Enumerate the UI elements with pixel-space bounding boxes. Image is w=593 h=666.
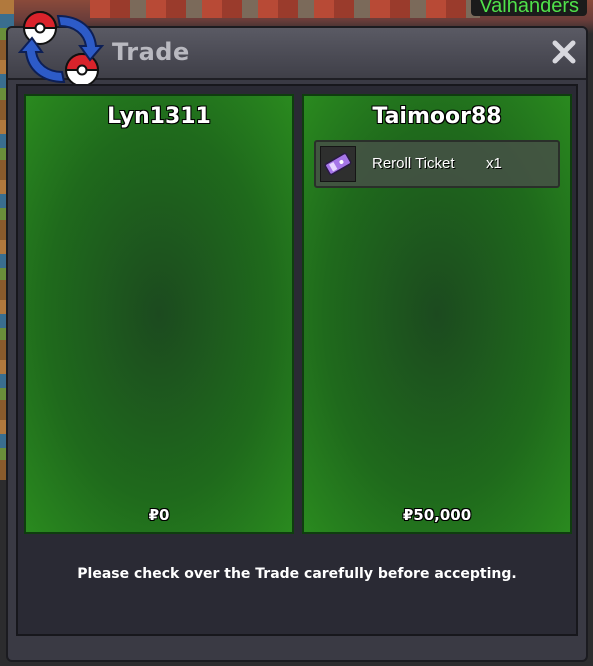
item-slot [320,146,356,182]
partner-offer-panel: Taimoor88 Reroll Ticket x1 ₽50,000 [302,94,572,534]
trade-warning-message: Please check over the Trade carefully be… [77,566,517,582]
player-name-left: Lyn1311 [107,104,211,129]
trade-swap-icon [18,11,104,87]
ticket-icon [324,152,352,176]
window-title: Trade [112,38,190,66]
trade-content: Lyn1311 ₽0 Taimoor88 Reroll Ticket x1 ₽5… [16,84,578,636]
money-offer-right: ₽50,000 [402,506,472,524]
my-offer-panel: Lyn1311 ₽0 [24,94,294,534]
money-offer-left: ₽0 [148,506,170,524]
close-button[interactable] [550,38,578,66]
trade-window: Trade Lyn1311 ₽0 Taimoor88 Reroll Ticket… [6,11,588,662]
close-icon [552,40,576,64]
background-player-nameplate: Valhanders [471,0,587,16]
player-name-right: Taimoor88 [372,104,502,129]
trade-item-row[interactable]: Reroll Ticket x1 [314,140,560,188]
game-map-tiles-top [90,0,480,18]
item-name: Reroll Ticket [372,155,455,172]
item-quantity: x1 [486,155,502,172]
